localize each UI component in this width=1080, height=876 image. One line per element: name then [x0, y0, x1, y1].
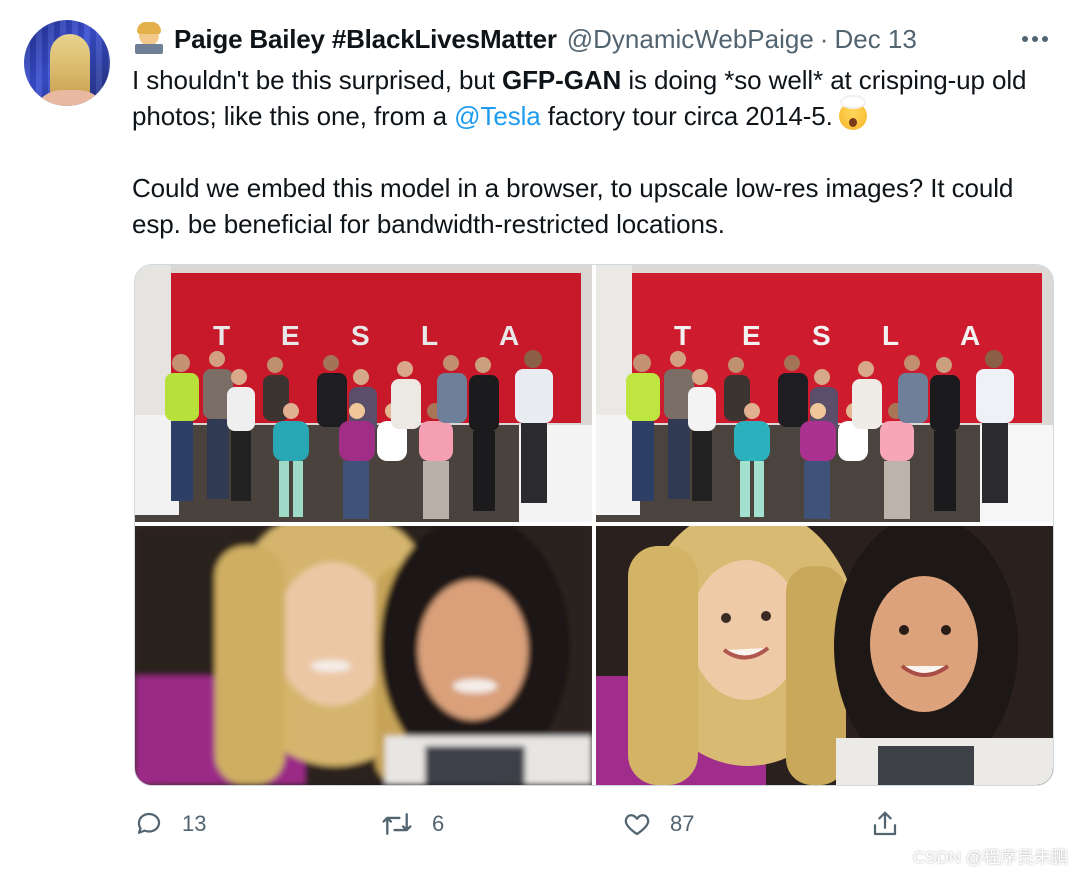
- tweet-header: Paige Bailey #BlackLivesMatter @DynamicW…: [132, 22, 917, 56]
- tweet-paragraph-1: I shouldn't be this surprised, but GFP-G…: [132, 62, 1052, 134]
- photo-group-restored[interactable]: T E S L A: [596, 265, 1053, 522]
- wall-letter: A: [499, 320, 519, 351]
- retweet-button[interactable]: 6: [380, 802, 444, 846]
- photo-faces-original[interactable]: [135, 526, 592, 785]
- technologist-emoji-icon: [132, 22, 166, 56]
- text-fragment: factory tour circa 2014-5.: [540, 101, 833, 131]
- tweet-date[interactable]: Dec 13: [834, 24, 916, 55]
- heart-icon: [622, 809, 652, 839]
- reply-icon: [134, 809, 164, 839]
- wall-letter: L: [882, 320, 899, 351]
- reply-count: 13: [182, 811, 207, 836]
- exploding-head-emoji-icon: [838, 97, 867, 130]
- retweet-icon: [380, 809, 414, 839]
- wall-letter: T: [674, 320, 691, 351]
- tweet-actions: 13 6 87: [134, 802, 1052, 846]
- bold-text: GFP-GAN: [502, 65, 622, 95]
- wall-letter: A: [960, 320, 980, 351]
- photo-faces-restored[interactable]: [596, 526, 1053, 785]
- wall-letter: E: [742, 320, 761, 351]
- photo-group-original[interactable]: T E S L A: [135, 265, 592, 522]
- like-button[interactable]: 87: [622, 802, 694, 846]
- text-fragment: I shouldn't be this surprised, but: [132, 65, 503, 95]
- wall-letter: S: [812, 320, 831, 351]
- share-button[interactable]: [870, 802, 900, 846]
- more-icon[interactable]: [1018, 24, 1052, 54]
- wall-letter: S: [351, 320, 370, 351]
- media-grid: T E S L A T E S L A: [134, 264, 1054, 786]
- wall-letter: T: [213, 320, 230, 351]
- separator: ·: [819, 23, 829, 54]
- display-name[interactable]: Paige Bailey #BlackLivesMatter: [174, 24, 557, 55]
- mention-link[interactable]: @Tesla: [454, 101, 541, 131]
- user-handle[interactable]: @DynamicWebPaige: [567, 24, 814, 55]
- like-count: 87: [670, 811, 695, 836]
- tweet-paragraph-2: Could we embed this model in a browser, …: [132, 173, 1014, 239]
- wall-letter: E: [281, 320, 300, 351]
- tweet-text: I shouldn't be this surprised, but GFP-G…: [132, 62, 1052, 242]
- watermark: CSDN @程序员朱鹏: [912, 848, 1068, 867]
- share-icon: [870, 809, 900, 839]
- wall-letter: L: [421, 320, 438, 351]
- retweet-count: 6: [432, 811, 445, 836]
- reply-button[interactable]: 13: [134, 802, 206, 846]
- avatar[interactable]: [24, 20, 110, 106]
